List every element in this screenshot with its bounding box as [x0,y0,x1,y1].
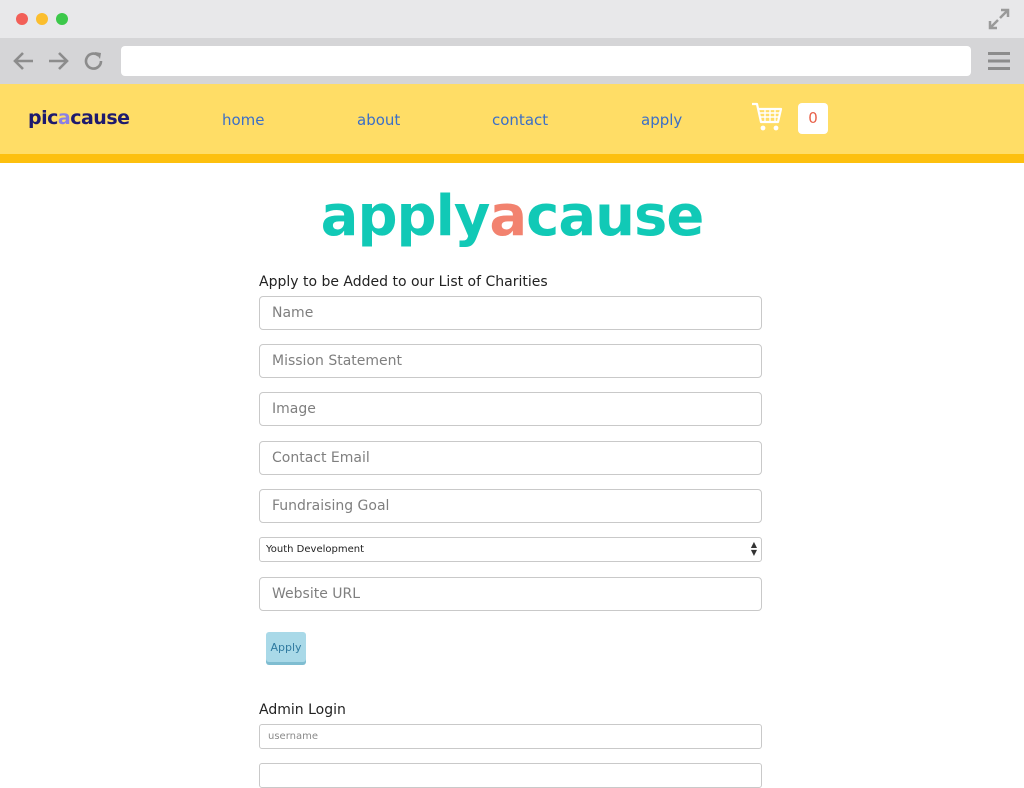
select-arrows-icon: ▲ ▼ [750,540,757,557]
category-selected-value: Youth Development [266,544,364,555]
application-form-heading: Apply to be Added to our List of Chariti… [259,274,548,290]
admin-login-heading: Admin Login [259,702,346,718]
shopping-cart-icon[interactable] [750,100,784,134]
name-field[interactable] [259,296,762,330]
hamburger-menu-icon[interactable] [988,52,1010,70]
reload-icon[interactable] [82,50,106,72]
fundraising-goal-field[interactable] [259,489,762,523]
header-stripe [0,154,1024,163]
category-select[interactable]: Youth Development ▲ ▼ [259,537,762,562]
fullscreen-icon[interactable] [988,8,1010,30]
website-url-field[interactable] [259,577,762,611]
nav-link-home[interactable]: home [222,111,265,129]
image-field[interactable] [259,392,762,426]
browser-titlebar [0,0,1024,38]
title-text-post: cause [526,184,704,249]
apply-button[interactable]: Apply [266,632,306,662]
logo-text-pre: pic [28,107,58,129]
nav-link-about[interactable]: about [357,111,400,129]
title-text-mid: a [489,184,527,249]
nav-link-contact[interactable]: contact [492,111,548,129]
title-text-pre: apply [320,184,491,249]
close-window-button[interactable] [16,13,28,25]
username-field[interactable] [259,724,762,749]
mission-statement-field[interactable] [259,344,762,378]
site-logo[interactable]: picacause [28,107,130,129]
browser-toolbar [0,38,1024,84]
logo-text-post: cause [70,107,130,129]
minimize-window-button[interactable] [36,13,48,25]
page-title: applyacause [0,182,1024,252]
forward-arrow-icon[interactable] [46,50,70,72]
nav-link-apply[interactable]: apply [641,111,682,129]
address-bar[interactable] [121,46,971,76]
cart-count-badge[interactable]: 0 [798,103,828,134]
back-arrow-icon[interactable] [12,50,36,72]
logo-text-mid: a [57,107,71,129]
contact-email-field[interactable] [259,441,762,475]
maximize-window-button[interactable] [56,13,68,25]
password-field[interactable] [259,763,762,788]
